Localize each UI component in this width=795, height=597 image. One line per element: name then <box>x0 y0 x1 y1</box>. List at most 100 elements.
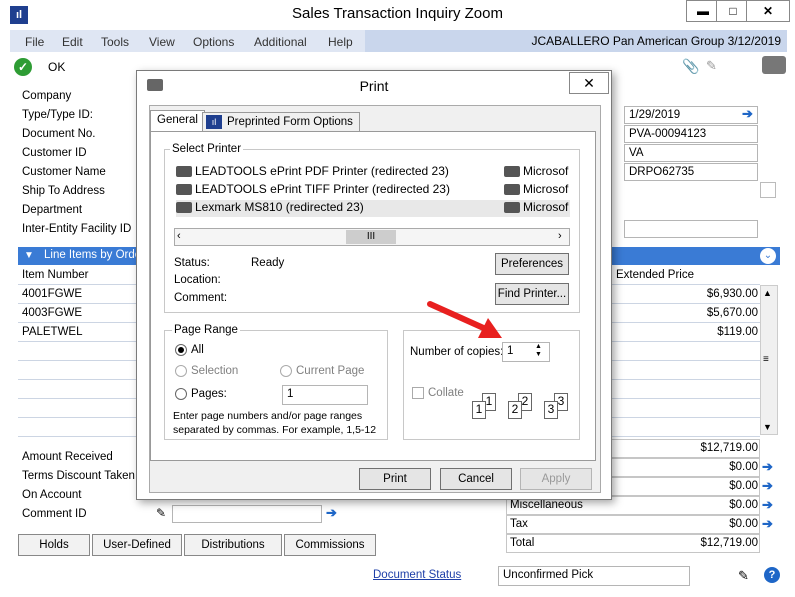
item-number: 4001FGWE <box>22 288 83 300</box>
maximize-button[interactable]: □ <box>716 0 750 22</box>
printer-item-extra[interactable]: Microsof <box>504 164 568 178</box>
select-printer-title: Select Printer <box>170 143 244 155</box>
comment-id-field[interactable] <box>172 505 322 523</box>
expand-icon[interactable]: ⌄ <box>760 248 776 264</box>
arrow-right-icon[interactable]: ➔ <box>326 505 337 521</box>
printer-icon <box>176 166 192 178</box>
item-number: 4003FGWE <box>22 307 83 319</box>
doc-no-field[interactable]: PVA-00094123 <box>624 125 758 143</box>
label-inter-entity: Inter-Entity Facility ID <box>22 223 132 235</box>
resize-grip-icon <box>760 182 776 198</box>
user-defined-button[interactable]: User-Defined <box>92 534 182 556</box>
collate-label: Collate <box>428 387 464 399</box>
arrow-right-icon[interactable]: ➔ <box>762 459 773 475</box>
pencil-icon[interactable]: ✎ <box>156 506 166 520</box>
total-value: $12,719.00 <box>700 537 758 549</box>
pages-hint: Enter page numbers and/or page ranges <box>173 410 363 422</box>
radio-current-page[interactable] <box>280 365 292 377</box>
amount-value: $0.00 <box>729 461 758 473</box>
arrow-right-icon[interactable]: ➔ <box>762 497 773 513</box>
current-page-label: Current Page <box>296 365 365 377</box>
chevron-down-icon[interactable]: ▼ <box>24 250 34 261</box>
arrow-right-icon[interactable]: ➔ <box>762 478 773 494</box>
col-extended-price: Extended Price <box>616 269 694 281</box>
preferences-button[interactable]: Preferences <box>495 253 569 275</box>
item-number: PALETWEL <box>22 326 83 338</box>
window-title: Sales Transaction Inquiry Zoom <box>292 5 503 22</box>
arrow-right-icon[interactable]: ➔ <box>742 106 753 122</box>
attachment-icon[interactable]: 📎 <box>682 58 699 75</box>
printer-item-extra[interactable]: Microsof <box>504 200 568 214</box>
user-info: JCABALLERO Pan American Group 3/12/2019 <box>365 30 787 52</box>
status-label: Status: <box>174 257 210 269</box>
menu-additional[interactable]: Additional <box>254 35 307 49</box>
tab-general[interactable]: General <box>150 110 205 132</box>
label-customer-name: Customer Name <box>22 166 106 178</box>
label-terms-discount: Terms Discount Taken <box>22 470 135 482</box>
menu-edit[interactable]: Edit <box>62 35 83 49</box>
label-on-account: On Account <box>22 489 82 501</box>
menu-options[interactable]: Options <box>193 35 234 49</box>
selection-label: Selection <box>191 365 239 377</box>
scroll-up-icon[interactable]: ▲ <box>763 288 772 298</box>
minimize-button[interactable]: ▬ <box>686 0 720 22</box>
holds-button[interactable]: Holds <box>18 534 90 556</box>
scroll-thumb[interactable]: III <box>346 230 396 244</box>
status-field: Unconfirmed Pick <box>498 566 690 586</box>
scroll-left-icon[interactable]: ‹ <box>177 230 181 242</box>
copies-stepper-icon[interactable]: ▲ ▼ <box>535 343 542 359</box>
radio-all[interactable] <box>175 344 187 356</box>
print-button[interactable]: Print <box>359 468 431 490</box>
radio-selection[interactable] <box>175 365 187 377</box>
date-field[interactable]: 1/29/2019 <box>624 106 758 124</box>
label-amount-received: Amount Received <box>22 451 113 463</box>
copies-input[interactable]: 1 <box>502 342 550 362</box>
dialog-title: Print <box>359 78 389 94</box>
menu-tools[interactable]: Tools <box>101 35 129 49</box>
customer-name-field[interactable]: DRPO62735 <box>624 163 758 181</box>
extended-price: $5,670.00 <box>706 307 758 319</box>
scroll-down-icon[interactable]: ▼ <box>763 422 772 432</box>
collate-checkbox[interactable] <box>412 387 424 399</box>
printer-icon[interactable] <box>762 56 786 74</box>
menu-view[interactable]: View <box>149 35 175 49</box>
red-arrow-icon <box>427 301 502 338</box>
menu-file[interactable]: File <box>25 35 44 49</box>
find-printer-button[interactable]: Find Printer... <box>495 283 569 305</box>
printer-item-extra[interactable]: Microsof <box>504 182 568 196</box>
checkmark-icon[interactable]: ✓ <box>14 58 32 76</box>
label-company: Company <box>22 90 72 102</box>
scroll-grip-icon[interactable]: ≡ <box>763 354 769 365</box>
close-window-button[interactable]: ✕ <box>746 0 790 22</box>
cancel-button[interactable]: Cancel <box>440 468 512 490</box>
pages-input[interactable]: 1 <box>282 385 368 405</box>
ok-button[interactable]: OK <box>48 60 65 74</box>
customer-id-field[interactable]: VA <box>624 144 758 162</box>
pages-hint: separated by commas. For example, 1,5-12 <box>173 424 377 436</box>
extended-price: $6,930.00 <box>706 288 758 300</box>
extended-price: $119.00 <box>717 326 758 338</box>
total-label: Total <box>510 537 535 549</box>
commissions-button[interactable]: Commissions <box>284 534 376 556</box>
inter-entity-field[interactable] <box>624 220 758 238</box>
note-icon[interactable]: ✎ <box>738 568 749 584</box>
help-icon[interactable]: ? <box>764 567 780 583</box>
document-status-link[interactable]: Document Status <box>373 569 461 581</box>
radio-pages[interactable] <box>175 388 187 400</box>
label-comment-id: Comment ID <box>22 508 87 520</box>
label-customer-id: Customer ID <box>22 147 87 159</box>
label-document-no: Document No. <box>22 128 96 140</box>
note-icon[interactable]: ✎ <box>706 58 717 74</box>
status-value: Ready <box>251 257 285 269</box>
printer-icon <box>176 202 192 214</box>
misc-label: Miscellaneous <box>510 499 583 511</box>
comment-label: Comment: <box>174 292 228 304</box>
dialog-close-button[interactable]: ✕ <box>569 72 609 94</box>
arrow-right-icon[interactable]: ➔ <box>762 516 773 532</box>
apply-button[interactable]: Apply <box>520 468 592 490</box>
menu-help[interactable]: Help <box>328 35 353 49</box>
scroll-right-icon[interactable]: › <box>558 230 562 242</box>
printer-icon <box>176 184 192 196</box>
distributions-button[interactable]: Distributions <box>184 534 282 556</box>
subtotal-value: $12,719.00 <box>700 442 758 454</box>
